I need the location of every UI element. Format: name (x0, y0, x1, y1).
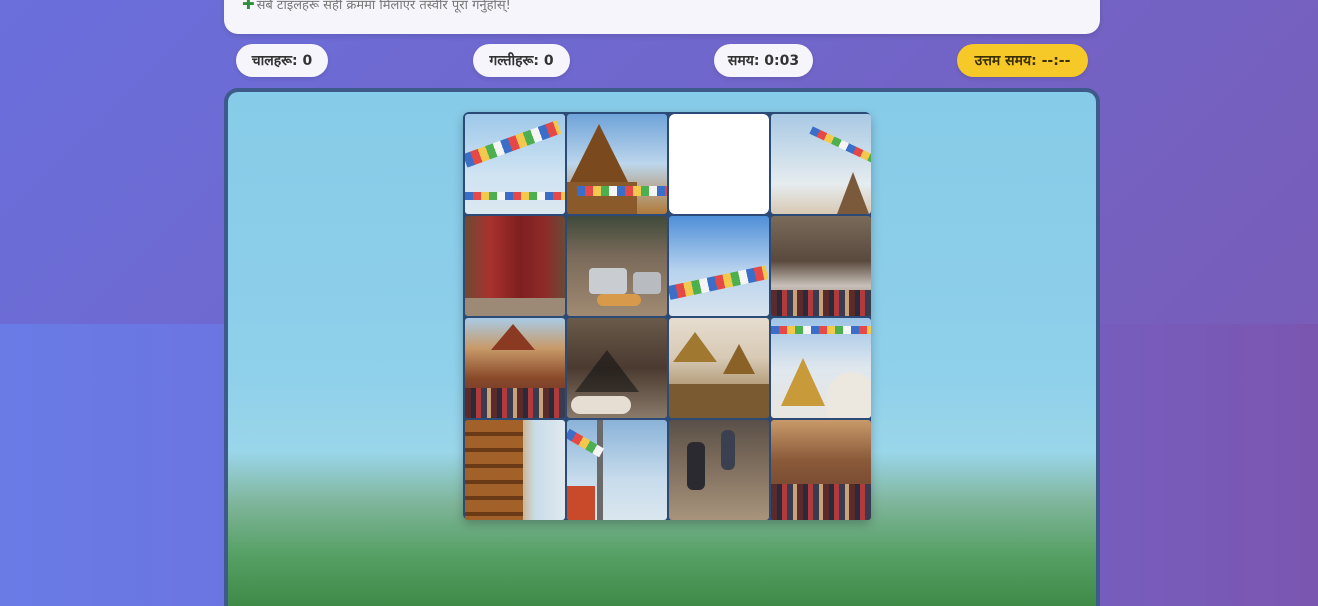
instructions-text: सबै टाइलहरू सही क्रममा मिलाएर तस्वीर पूर… (256, 0, 511, 13)
puzzle-tile-13[interactable] (465, 420, 565, 520)
puzzle-tile-12[interactable] (771, 318, 871, 418)
empty-tile (669, 114, 769, 214)
puzzle-tile-16[interactable] (771, 420, 871, 520)
puzzle-tile-5[interactable] (465, 216, 565, 316)
moves-counter: चालहरू: 0 (236, 44, 328, 77)
puzzle-tile-4[interactable] (771, 114, 871, 214)
best-time-badge: उत्तम समय: --:-- (957, 44, 1088, 77)
puzzle-tile-15[interactable] (669, 420, 769, 520)
puzzle-icon: ✚ (242, 0, 255, 13)
puzzle-tile-6[interactable] (567, 216, 667, 316)
puzzle-grid (463, 112, 871, 520)
puzzle-tile-10[interactable] (567, 318, 667, 418)
puzzle-tile-8[interactable] (771, 216, 871, 316)
puzzle-tile-11[interactable] (669, 318, 769, 418)
puzzle-tile-7[interactable] (669, 216, 769, 316)
puzzle-tile-2[interactable] (567, 114, 667, 214)
errors-counter: गल्तीहरू: 0 (473, 44, 570, 77)
puzzle-tile-9[interactable] (465, 318, 565, 418)
instructions-text-row: ✚ सबै टाइलहरू सही क्रममा मिलाएर तस्वीर प… (242, 0, 511, 13)
instructions-panel: ✚ सबै टाइलहरू सही क्रममा मिलाएर तस्वीर प… (224, 0, 1100, 34)
timer: समय: 0:03 (714, 44, 813, 77)
puzzle-tile-14[interactable] (567, 420, 667, 520)
puzzle-board-frame (224, 88, 1100, 606)
puzzle-tile-1[interactable] (465, 114, 565, 214)
